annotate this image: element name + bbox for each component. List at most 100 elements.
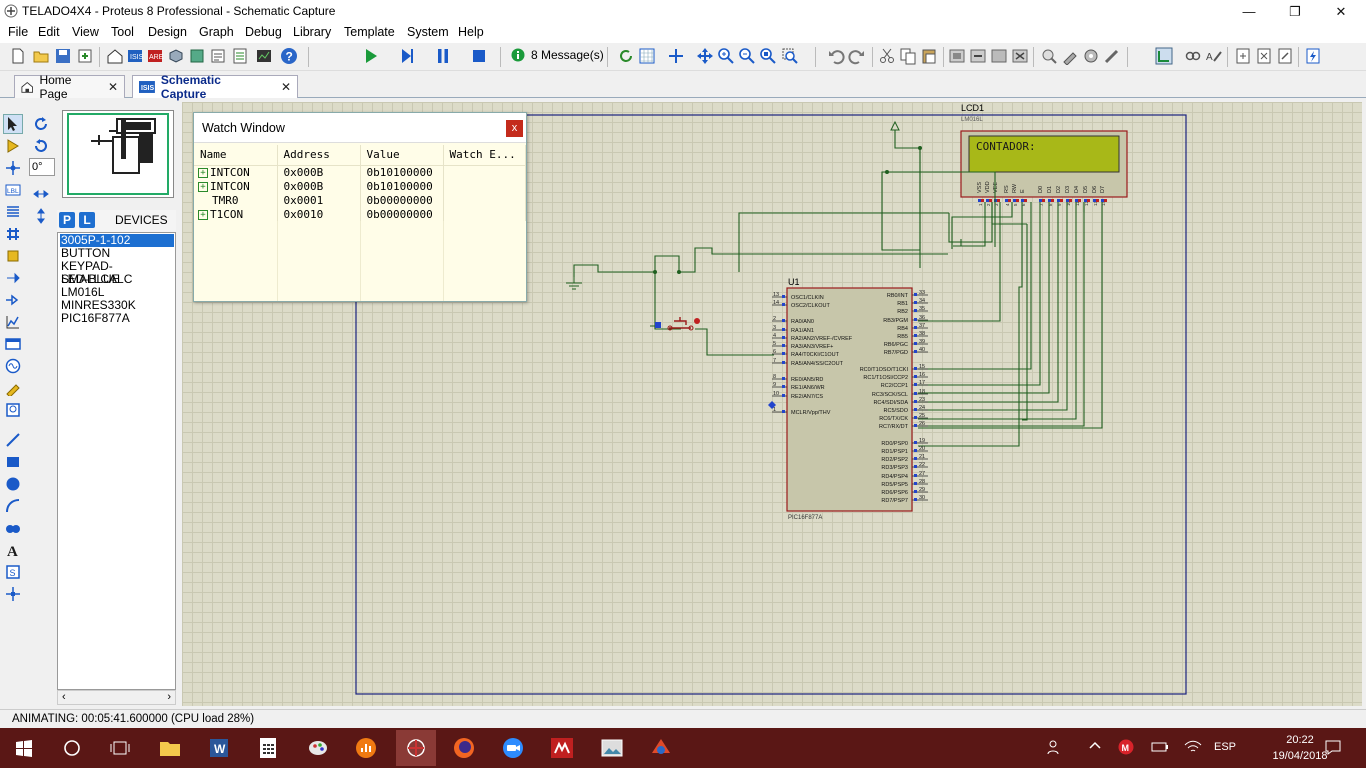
menu-debug[interactable]: Debug	[245, 25, 282, 39]
people-icon[interactable]	[1046, 738, 1064, 759]
menu-help[interactable]: Help	[458, 25, 484, 39]
electrical-rule-check-icon[interactable]	[1303, 46, 1323, 66]
pan-icon[interactable]	[695, 46, 715, 66]
column-header-watch-expression[interactable]: Watch E...	[443, 145, 526, 166]
virtual-instruments-icon[interactable]	[3, 400, 23, 420]
property-assignment-icon[interactable]: A	[1204, 46, 1224, 66]
new-file-icon[interactable]	[8, 46, 28, 66]
design-explorer-icon[interactable]	[208, 46, 228, 66]
exit-to-parent-icon[interactable]	[1275, 46, 1295, 66]
refresh-icon[interactable]	[616, 46, 636, 66]
gerber-icon[interactable]	[187, 46, 207, 66]
menu-library[interactable]: Library	[293, 25, 331, 39]
paint-icon[interactable]	[304, 734, 332, 762]
wire-autorouter-icon[interactable]	[1154, 46, 1174, 66]
pic16f877a-microcontroller[interactable]: U1 PIC16F877A 13 OSC1/CLKIN14 OSC2/CLKOUT2…	[768, 277, 928, 521]
save-icon[interactable]	[53, 46, 73, 66]
menu-graph[interactable]: Graph	[199, 25, 234, 39]
generator-mode-icon[interactable]	[3, 356, 23, 376]
play-icon[interactable]	[361, 46, 381, 66]
paste-icon[interactable]	[919, 46, 939, 66]
marker-tool-icon[interactable]	[3, 584, 23, 604]
close-tab-icon[interactable]: ✕	[281, 80, 291, 94]
wire-label-icon[interactable]: LBL	[3, 180, 23, 200]
pause-icon[interactable]	[433, 46, 453, 66]
antivirus-icon[interactable]: M	[1118, 739, 1134, 758]
rotate-cw-icon[interactable]	[33, 116, 49, 135]
origin-icon[interactable]	[666, 46, 686, 66]
3d-view-icon[interactable]	[166, 46, 186, 66]
menu-file[interactable]: File	[8, 25, 28, 39]
overview-viewport-frame[interactable]	[67, 113, 169, 195]
zoom-area-icon[interactable]	[780, 46, 800, 66]
decompose-icon[interactable]	[1102, 46, 1122, 66]
stop-icon[interactable]	[469, 46, 489, 66]
rotate-ccw-icon[interactable]	[33, 138, 49, 157]
messages-indicator[interactable]: 8 Message(s)	[511, 48, 604, 62]
mirror-horizontal-icon[interactable]	[33, 186, 49, 205]
overview-window[interactable]	[62, 110, 174, 198]
minimize-button[interactable]: —	[1226, 0, 1272, 23]
block-delete-icon[interactable]	[1010, 46, 1030, 66]
task-view-icon[interactable]	[106, 734, 134, 762]
block-rotate-icon[interactable]	[989, 46, 1009, 66]
menu-tool[interactable]: Tool	[111, 25, 134, 39]
watch-window[interactable]: Watch Window x Name Address Value Watch …	[193, 112, 527, 302]
expand-icon[interactable]: +	[198, 181, 208, 192]
menu-view[interactable]: View	[72, 25, 99, 39]
pcb-layout-icon[interactable]: ARES	[145, 46, 165, 66]
column-header-name[interactable]: Name	[194, 145, 278, 166]
cut-icon[interactable]	[877, 46, 897, 66]
push-button-component[interactable]	[655, 317, 700, 331]
search-tag-icon[interactable]	[1183, 46, 1203, 66]
watch-window-titlebar[interactable]: Watch Window x	[194, 113, 526, 143]
table-row[interactable]: + T1CON 0x0010 0b00000000	[194, 207, 526, 221]
voltage-probe-icon[interactable]	[3, 378, 23, 398]
library-manager-button[interactable]: L	[79, 212, 95, 228]
expand-icon[interactable]: +	[198, 209, 208, 220]
scroll-right-icon[interactable]: ›	[167, 691, 171, 703]
expand-icon[interactable]: +	[198, 167, 208, 178]
schematic-icon[interactable]: ISIS	[125, 46, 145, 66]
graph-mode-icon[interactable]	[3, 312, 23, 332]
tape-recorder-icon[interactable]	[3, 334, 23, 354]
box-tool-icon[interactable]	[3, 452, 23, 472]
menu-system[interactable]: System	[407, 25, 449, 39]
text-tool-icon[interactable]: A	[3, 540, 23, 560]
close-window-button[interactable]: ✕	[1318, 0, 1364, 23]
table-row[interactable]: + INTCON 0x000B 0b10100000	[194, 179, 526, 193]
junction-dot-icon[interactable]	[3, 158, 23, 178]
menu-design[interactable]: Design	[148, 25, 187, 39]
block-copy-icon[interactable]	[947, 46, 967, 66]
taskbar-clock[interactable]: 20:22 19/04/2018	[1272, 732, 1328, 764]
column-header-address[interactable]: Address	[277, 145, 361, 166]
battery-icon[interactable]	[1150, 739, 1170, 758]
symbol-tool-icon[interactable]: S	[3, 562, 23, 582]
selection-mode-icon[interactable]	[3, 114, 23, 134]
devices-horizontal-scrollbar[interactable]: ‹ ›	[57, 690, 176, 705]
component-mode-icon[interactable]	[3, 136, 23, 156]
pick-device-icon[interactable]	[1039, 46, 1059, 66]
redo-icon[interactable]	[847, 46, 867, 66]
scroll-left-icon[interactable]: ‹	[62, 691, 66, 703]
circle-tool-icon[interactable]	[3, 474, 23, 494]
remove-sheet-icon[interactable]	[1254, 46, 1274, 66]
search-icon[interactable]	[58, 734, 86, 762]
pick-devices-button[interactable]: P	[59, 212, 75, 228]
text-script-icon[interactable]	[3, 202, 23, 222]
column-header-value[interactable]: Value	[360, 145, 444, 166]
word-icon[interactable]: W	[205, 734, 233, 762]
close-watch-window-button[interactable]: x	[506, 120, 523, 137]
make-device-icon[interactable]	[1060, 46, 1080, 66]
show-hidden-icons-chevron-icon[interactable]	[1088, 738, 1102, 755]
open-folder-icon[interactable]	[31, 46, 51, 66]
bus-icon[interactable]	[3, 224, 23, 244]
file-explorer-icon[interactable]	[156, 734, 184, 762]
tab-home-page[interactable]: Home Page ✕	[14, 73, 125, 101]
block-move-icon[interactable]	[968, 46, 988, 66]
close-tab-icon[interactable]: ✕	[108, 80, 118, 94]
windows-start-icon[interactable]	[10, 734, 38, 762]
calculator-icon[interactable]	[254, 734, 282, 762]
home-icon[interactable]	[105, 46, 125, 66]
import-icon[interactable]	[75, 46, 95, 66]
